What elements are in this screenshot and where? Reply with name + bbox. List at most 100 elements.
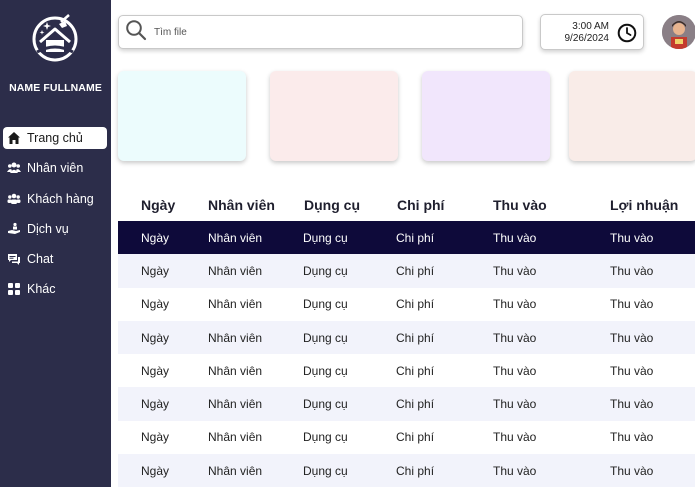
cell-nhan-vien: Nhân viên — [208, 430, 263, 445]
current-date: 9/26/2024 — [564, 33, 610, 44]
search-input[interactable] — [154, 26, 484, 38]
cell-ngay: Ngày — [141, 297, 170, 312]
cell-chi-phi: Chi phí — [396, 430, 435, 445]
cell-ngay: Ngày — [141, 263, 170, 278]
header-thu-vao[interactable]: Thu vào — [493, 197, 547, 213]
summary-card-2[interactable] — [270, 71, 398, 161]
header-chi-phi[interactable]: Chi phí — [397, 197, 444, 213]
cell-nhan-vien: Nhân viên — [208, 297, 263, 312]
cell-chi-phi: Chi phí — [396, 297, 435, 312]
cell-loi-nhuan: Thu vào — [610, 263, 654, 278]
service-icon — [6, 221, 22, 237]
cell-thu-vao: Thu vào — [493, 263, 537, 278]
sidebar-item-trang-chu[interactable]: Trang chủ — [3, 127, 107, 149]
cell-dung-cu: Dụng cụ — [303, 430, 348, 445]
cell-nhan-vien: Nhân viên — [208, 330, 263, 345]
cell-chi-phi: Chi phí — [396, 263, 435, 278]
cell-dung-cu: Dụng cụ — [303, 397, 348, 412]
sidebar-item-label: Trang chủ — [27, 131, 83, 145]
cell-chi-phi: Chi phí — [396, 463, 435, 478]
header-nhan-vien[interactable]: Nhân viên — [208, 197, 275, 213]
cell-thu-vao: Thu vào — [493, 330, 537, 345]
cell-dung-cu: Dụng cụ — [303, 230, 348, 245]
cell-dung-cu: Dụng cụ — [303, 263, 348, 278]
header-ngay[interactable]: Ngày — [141, 197, 175, 213]
cell-loi-nhuan: Thu vào — [610, 463, 654, 478]
cell-dung-cu: Dụng cụ — [303, 297, 348, 312]
brand-logo-icon[interactable] — [29, 12, 81, 64]
cell-loi-nhuan: Thu vào — [610, 430, 654, 445]
cell-nhan-vien: Nhân viên — [208, 397, 263, 412]
cell-loi-nhuan: Thu vào — [610, 397, 654, 412]
cell-nhan-vien: Nhân viên — [208, 363, 263, 378]
cell-chi-phi: Chi phí — [396, 330, 435, 345]
sidebar-item-dich-vu[interactable]: Dịch vụ — [0, 218, 111, 240]
summary-card-4[interactable] — [569, 71, 695, 161]
cell-thu-vao: Thu vào — [493, 363, 537, 378]
datetime-widget: 3:00 AM 9/26/2024 — [540, 14, 644, 50]
table-row[interactable]: Ngày Nhân viên Dụng cụ Chi phí Thu vào Thu và… — [118, 221, 695, 255]
cell-loi-nhuan: Thu vào — [610, 330, 654, 345]
app: NAME FULLNAME Trang chủ Nhân viên Khách … — [0, 0, 695, 487]
current-time: 3:00 AM — [572, 21, 609, 32]
table-row[interactable]: Ngày Nhân viên Dụng cụ Chi phí Thu vào Thu và… — [118, 254, 695, 288]
user-fullname: NAME FULLNAME — [9, 82, 102, 94]
sidebar-item-khac[interactable]: Khác — [0, 278, 111, 300]
sidebar-nav: Trang chủ Nhân viên Khách hàng Dịch vụ C… — [0, 127, 111, 309]
table-row[interactable]: Ngày Nhân viên Dụng cụ Chi phí Thu vào Thu và… — [118, 421, 695, 454]
home-icon — [6, 130, 22, 146]
table-header: Ngày Nhân viên Dụng cụ Chi phí Thu vào L… — [118, 189, 695, 221]
summary-card-1[interactable] — [118, 71, 246, 161]
search-icon[interactable] — [125, 19, 147, 46]
cell-ngay: Ngày — [141, 330, 170, 345]
cell-loi-nhuan: Thu vào — [610, 230, 654, 245]
header-dung-cu[interactable]: Dụng cụ — [304, 197, 360, 213]
cell-dung-cu: Dụng cụ — [303, 463, 348, 478]
cell-ngay: Ngày — [141, 363, 170, 378]
cell-ngay: Ngày — [141, 397, 170, 412]
staff-icon — [6, 160, 22, 176]
cell-thu-vao: Thu vào — [493, 297, 537, 312]
sidebar-item-chat[interactable]: Chat — [0, 248, 111, 270]
sidebar-item-khach-hang[interactable]: Khách hàng — [0, 188, 111, 210]
table-row[interactable]: Ngày Nhân viên Dụng cụ Chi phí Thu vào Thu và… — [118, 454, 695, 487]
search-bar[interactable] — [118, 15, 523, 49]
table-row[interactable]: Ngày Nhân viên Dụng cụ Chi phí Thu vào Thu và… — [118, 354, 695, 387]
grid-icon — [6, 281, 22, 297]
cell-chi-phi: Chi phí — [396, 397, 435, 412]
sidebar-item-label: Chat — [27, 252, 54, 267]
clock-icon — [617, 23, 637, 48]
sidebar-item-label: Nhân viên — [27, 161, 84, 176]
cell-thu-vao: Thu vào — [493, 430, 537, 445]
cell-nhan-vien: Nhân viên — [208, 263, 263, 278]
sidebar-item-label: Khách hàng — [27, 191, 94, 206]
table-row[interactable]: Ngày Nhân viên Dụng cụ Chi phí Thu vào Thu và… — [118, 288, 695, 321]
cell-chi-phi: Chi phí — [396, 230, 435, 245]
cell-chi-phi: Chi phí — [396, 363, 435, 378]
sidebar-item-nhan-vien[interactable]: Nhân viên — [0, 157, 111, 179]
cell-thu-vao: Thu vào — [493, 463, 537, 478]
table-row[interactable]: Ngày Nhân viên Dụng cụ Chi phí Thu vào Thu và… — [118, 320, 695, 355]
cell-thu-vao: Thu vào — [493, 397, 537, 412]
cell-dung-cu: Dụng cụ — [303, 330, 348, 345]
customers-icon — [6, 191, 22, 207]
data-table: Ngày Nhân viên Dụng cụ Chi phí Thu vào L… — [118, 189, 695, 487]
cell-ngay: Ngày — [141, 430, 170, 445]
cell-loi-nhuan: Thu vào — [610, 297, 654, 312]
table-body: Ngày Nhân viên Dụng cụ Chi phí Thu vào Thu và… — [118, 221, 695, 487]
cell-nhan-vien: Nhân viên — [208, 463, 263, 478]
cell-dung-cu: Dụng cụ — [303, 363, 348, 378]
table-row[interactable]: Ngày Nhân viên Dụng cụ Chi phí Thu vào Thu và… — [118, 387, 695, 421]
summary-card-3[interactable] — [422, 71, 550, 161]
cell-ngay: Ngày — [141, 230, 170, 245]
cell-loi-nhuan: Thu vào — [610, 363, 654, 378]
sidebar-item-label: Khác — [27, 282, 56, 297]
cell-thu-vao: Thu vào — [493, 230, 537, 245]
header-loi-nhuan[interactable]: Lợi nhuận — [610, 197, 678, 213]
sidebar: NAME FULLNAME Trang chủ Nhân viên Khách … — [0, 0, 111, 487]
cell-ngay: Ngày — [141, 463, 170, 478]
sidebar-item-label: Dịch vụ — [27, 221, 69, 236]
avatar[interactable] — [662, 15, 695, 49]
chat-icon — [6, 251, 22, 267]
cell-nhan-vien: Nhân viên — [208, 230, 263, 245]
